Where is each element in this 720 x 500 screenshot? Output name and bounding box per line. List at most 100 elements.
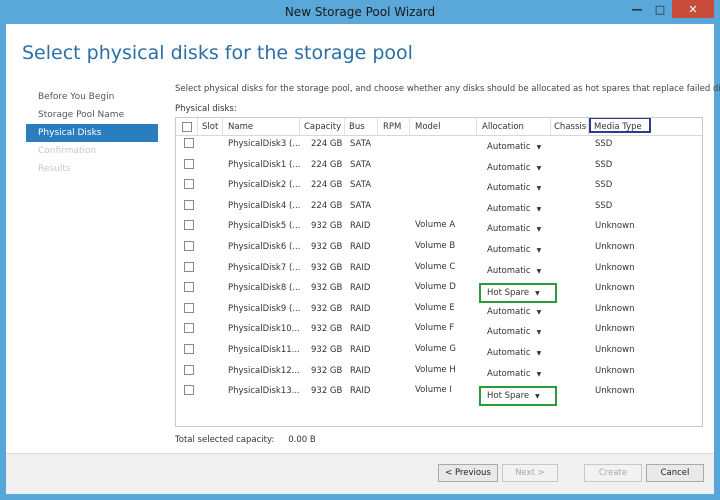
table-row[interactable]: PhysicalDisk3 (... 224 GB SATA Automatic ▼ SS… bbox=[176, 136, 702, 156]
allocation-dropdown[interactable]: Automatic ▼ bbox=[487, 142, 541, 152]
nav-item-confirmation: Confirmation bbox=[38, 146, 97, 156]
allocation-dropdown[interactable]: Automatic ▼ bbox=[487, 204, 541, 214]
disk-media-type: Unknown bbox=[595, 242, 635, 252]
chevron-down-icon: ▼ bbox=[536, 144, 542, 151]
table-row[interactable]: PhysicalDisk4 (... 224 GB SATA Automatic ▼ SS… bbox=[176, 198, 702, 218]
disk-checkbox[interactable] bbox=[184, 302, 194, 313]
disk-bus: RAID bbox=[350, 262, 371, 273]
table-row[interactable]: PhysicalDisk6 (... 932 GB RAID Volume B Auto… bbox=[176, 239, 702, 259]
chevron-down-icon: ▼ bbox=[536, 164, 542, 172]
disk-bus: SATA bbox=[350, 180, 372, 191]
disk-capacity: 932 GB bbox=[311, 303, 343, 314]
disk-checkbox[interactable] bbox=[184, 241, 194, 251]
disk-bus: SATA bbox=[350, 139, 372, 149]
disk-capacity: 932 GB bbox=[311, 324, 343, 335]
allocation-dropdown[interactable]: Automatic ▼ bbox=[487, 245, 541, 255]
disk-media-type: Unknown bbox=[595, 303, 635, 314]
disk-checkbox[interactable] bbox=[184, 282, 194, 293]
disk-model: Volume G bbox=[415, 344, 456, 354]
table-row[interactable]: PhysicalDisk13... 932 GB RAID Volume I Hot S… bbox=[176, 383, 702, 407]
allocation-dropdown[interactable]: Automatic ▼ bbox=[487, 327, 541, 337]
table-row[interactable]: PhysicalDisk12... 932 GB RAID Volume H Autom… bbox=[176, 363, 702, 383]
disk-capacity: 932 GB bbox=[311, 365, 343, 376]
disk-checkbox[interactable] bbox=[184, 364, 194, 375]
disk-name: PhysicalDisk8 (... bbox=[228, 283, 301, 294]
disk-checkbox[interactable] bbox=[184, 323, 194, 334]
table-row[interactable]: PhysicalDisk9 (... 932 GB RAID Volume E Auto… bbox=[176, 301, 702, 321]
disk-media-type: Unknown bbox=[595, 324, 635, 335]
col-allocation[interactable]: Allocation bbox=[482, 122, 524, 132]
col-bus[interactable]: Bus bbox=[349, 122, 365, 132]
disk-media-type: SSD bbox=[595, 200, 613, 211]
disk-checkbox[interactable] bbox=[184, 344, 194, 354]
table-row[interactable]: PhysicalDisk5 (... 932 GB RAID Volume A Auto… bbox=[176, 218, 702, 238]
chevron-down-icon: ▼ bbox=[536, 329, 542, 337]
disk-name: PhysicalDisk9 (... bbox=[228, 303, 301, 314]
disk-name: PhysicalDisk7 (... bbox=[228, 262, 301, 273]
disk-media-type: Unknown bbox=[595, 283, 635, 294]
col-rpm[interactable]: RPM bbox=[383, 122, 401, 132]
disk-checkbox[interactable] bbox=[184, 158, 194, 169]
allocation-dropdown[interactable]: Automatic ▼ bbox=[487, 369, 541, 379]
disk-bus: RAID bbox=[350, 283, 371, 294]
disk-checkbox[interactable] bbox=[184, 199, 194, 210]
table-row[interactable]: PhysicalDisk7 (... 932 GB RAID Volume C Auto… bbox=[176, 260, 702, 280]
col-model[interactable]: Model bbox=[415, 122, 441, 132]
disk-capacity: 932 GB bbox=[311, 221, 343, 232]
page-description: Select physical disks for the storage po… bbox=[175, 84, 720, 94]
allocation-value: Automatic bbox=[487, 162, 531, 173]
physical-disks-label: Physical disks: bbox=[175, 104, 237, 114]
disk-checkbox[interactable] bbox=[184, 261, 194, 272]
nav-item-before-you-begin[interactable]: Before You Begin bbox=[26, 88, 158, 106]
allocation-dropdown[interactable]: Automatic ▼ bbox=[487, 163, 541, 173]
media-type-highlight bbox=[589, 118, 651, 133]
disk-name: PhysicalDisk13... bbox=[228, 386, 300, 397]
disk-capacity: 224 GB bbox=[311, 159, 343, 170]
window-controls: — □ ✕ bbox=[625, 0, 714, 20]
disk-bus: SATA bbox=[350, 200, 372, 211]
table-row[interactable]: PhysicalDisk8 (... 932 GB RAID Volume D Hot … bbox=[176, 280, 702, 304]
col-capacity[interactable]: Capacity bbox=[304, 122, 341, 132]
page-title: Select physical disks for the storage po… bbox=[22, 42, 413, 64]
close-button[interactable]: ✕ bbox=[672, 0, 714, 18]
maximize-button[interactable]: □ bbox=[649, 0, 671, 18]
disk-bus: RAID bbox=[350, 345, 371, 355]
disk-bus: SATA bbox=[350, 159, 372, 170]
table-row[interactable]: PhysicalDisk1 (... 224 GB SATA Automatic ▼ SS… bbox=[176, 157, 702, 177]
disk-checkbox[interactable] bbox=[184, 179, 194, 190]
allocation-dropdown[interactable]: Automatic ▼ bbox=[487, 348, 541, 358]
allocation-value: Automatic bbox=[487, 224, 531, 235]
nav-item-storage-pool-name[interactable]: Storage Pool Name bbox=[26, 106, 158, 124]
chevron-down-icon: ▼ bbox=[536, 350, 542, 357]
disk-media-type: SSD bbox=[595, 139, 613, 149]
previous-button[interactable]: < Previous bbox=[438, 464, 498, 482]
disk-model: Volume C bbox=[415, 261, 456, 272]
allocation-dropdown[interactable]: Automatic ▼ bbox=[487, 224, 541, 234]
disk-checkbox[interactable] bbox=[184, 385, 194, 396]
col-chassis[interactable]: Chassis bbox=[554, 122, 586, 132]
allocation-dropdown[interactable]: Automatic ▼ bbox=[487, 183, 541, 193]
hot-spare-highlight bbox=[479, 386, 557, 407]
table-row[interactable]: PhysicalDisk11... 932 GB RAID Volume G Autom… bbox=[176, 342, 702, 362]
disk-name: PhysicalDisk11... bbox=[228, 345, 300, 355]
table-row[interactable]: PhysicalDisk10... 932 GB RAID Volume F Autom… bbox=[176, 321, 702, 341]
select-all-checkbox[interactable] bbox=[182, 122, 192, 132]
disk-model: Volume F bbox=[415, 323, 455, 334]
allocation-dropdown[interactable]: Automatic ▼ bbox=[487, 307, 541, 317]
chevron-down-icon: ▼ bbox=[536, 370, 542, 378]
col-name[interactable]: Name bbox=[228, 122, 253, 132]
disk-media-type: Unknown bbox=[595, 386, 635, 397]
table-row[interactable]: PhysicalDisk2 (... 224 GB SATA Automatic ▼ SS… bbox=[176, 177, 702, 197]
col-slot[interactable]: Slot bbox=[202, 122, 218, 132]
disk-name: PhysicalDisk1 (... bbox=[228, 159, 301, 170]
disk-checkbox[interactable] bbox=[184, 138, 194, 148]
minimize-button[interactable]: — bbox=[626, 0, 648, 18]
allocation-value: Automatic bbox=[487, 348, 531, 358]
cancel-button[interactable]: Cancel bbox=[646, 464, 704, 482]
total-capacity-value: 0.00 B bbox=[288, 435, 316, 445]
allocation-dropdown[interactable]: Automatic ▼ bbox=[487, 266, 541, 276]
disk-name: PhysicalDisk6 (... bbox=[228, 242, 301, 252]
disk-checkbox[interactable] bbox=[184, 220, 194, 231]
nav-item-physical-disks[interactable]: Physical Disks bbox=[26, 124, 158, 142]
allocation-value: Automatic bbox=[487, 368, 531, 379]
